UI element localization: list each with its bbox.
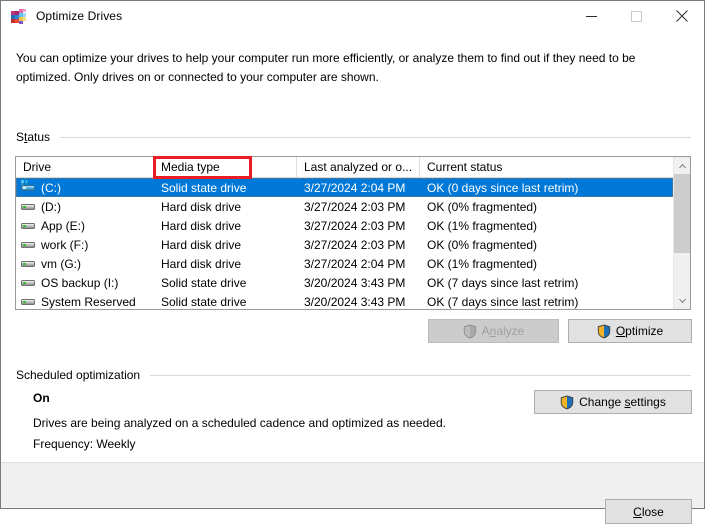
scheduled-group-rule: [150, 374, 691, 376]
scroll-up-button[interactable]: [674, 157, 690, 174]
cell-media-type: Hard disk drive: [161, 256, 242, 271]
chevron-down-icon: [678, 298, 686, 303]
scheduled-group-header: Scheduled optimization: [16, 368, 691, 382]
cell-drive: App (E:): [16, 218, 154, 234]
cell-media-type: Solid state drive: [161, 294, 247, 309]
cell-drive: System Reserved: [16, 294, 154, 310]
cell-drive-label: App (E:): [41, 218, 86, 233]
window-content: You can optimize your drives to help you…: [1, 31, 704, 524]
window-controls: [569, 1, 704, 31]
table-row[interactable]: work (F:) Hard disk drive 3/27/2024 2:03…: [16, 235, 673, 254]
optimize-button[interactable]: Optimize: [568, 319, 692, 343]
cell-drive-label: work (F:): [41, 237, 89, 252]
close-button[interactable]: [659, 1, 704, 31]
change-settings-button[interactable]: Change settings: [534, 390, 692, 414]
column-header-media-type[interactable]: Media type: [154, 157, 297, 177]
listview-body: Drive Media type Last analyzed or o... C…: [16, 157, 673, 309]
analyze-button-label: Analyze: [481, 324, 525, 338]
cell-last-analyzed: 3/27/2024 2:03 PM: [304, 218, 406, 233]
defrag-icon: [11, 8, 28, 25]
status-group-rule: [60, 136, 691, 138]
cell-drive-label: (D:): [41, 199, 61, 214]
cell-drive-label: System Reserved: [41, 294, 136, 309]
dialog-footer: [1, 462, 704, 508]
analyze-button[interactable]: Analyze: [428, 319, 559, 343]
column-header-last-analyzed[interactable]: Last analyzed or o...: [297, 157, 420, 177]
schedule-frequency: Frequency: Weekly: [33, 437, 136, 451]
cell-media-type: Hard disk drive: [161, 237, 242, 252]
drive-icon: [20, 237, 36, 253]
window-title: Optimize Drives: [36, 9, 123, 23]
cell-drive: OS backup (I:): [16, 275, 154, 291]
drive-icon: [20, 294, 36, 310]
uac-shield-icon: [560, 395, 574, 409]
drives-listview[interactable]: Drive Media type Last analyzed or o... C…: [15, 156, 691, 310]
cell-media-type: Hard disk drive: [161, 199, 242, 214]
close-icon: [675, 10, 688, 22]
cell-current-status: OK (1% fragmented): [427, 256, 538, 271]
table-row[interactable]: vm (G:) Hard disk drive 3/27/2024 2:04 P…: [16, 254, 673, 273]
minimize-icon: [586, 15, 597, 17]
maximize-button[interactable]: [614, 1, 659, 31]
cell-last-analyzed: 3/27/2024 2:04 PM: [304, 256, 406, 271]
schedule-state: On: [33, 391, 50, 405]
scheduled-group-label: Scheduled optimization: [16, 368, 141, 382]
drive-icon: [20, 256, 36, 272]
cell-drive: vm (G:): [16, 256, 154, 272]
cell-last-analyzed: 3/20/2024 3:43 PM: [304, 294, 406, 309]
cell-current-status: OK (0 days since last retrim): [427, 180, 579, 195]
minimize-button[interactable]: [569, 1, 614, 31]
status-group-label: Status: [16, 130, 51, 144]
cell-current-status: OK (0% fragmented): [427, 237, 538, 252]
intro-text: You can optimize your drives to help you…: [16, 51, 636, 84]
optimize-button-label: Optimize: [615, 324, 664, 338]
cell-media-type: Solid state drive: [161, 275, 247, 290]
optimize-drives-window: Optimize Drives You can optimize your dr…: [0, 0, 705, 524]
cell-drive-label: (C:): [41, 180, 61, 195]
cell-current-status: OK (7 days since last retrim): [427, 275, 579, 290]
cell-drive-label: vm (G:): [41, 256, 81, 271]
cell-drive: (D:): [16, 199, 154, 215]
cell-media-type: Solid state drive: [161, 180, 247, 195]
title-bar[interactable]: Optimize Drives: [1, 1, 704, 31]
column-header-current-status[interactable]: Current status: [420, 157, 673, 177]
cell-drive: (C:): [16, 179, 154, 196]
listview-scrollbar[interactable]: [673, 157, 690, 309]
change-settings-button-label: Change settings: [579, 395, 666, 409]
cell-last-analyzed: 3/27/2024 2:04 PM: [304, 180, 406, 195]
column-header-drive[interactable]: Drive: [16, 157, 154, 177]
uac-shield-icon: [597, 324, 611, 338]
cell-current-status: OK (7 days since last retrim): [427, 294, 579, 309]
cell-last-analyzed: 3/27/2024 2:03 PM: [304, 199, 406, 214]
cell-drive-label: OS backup (I:): [41, 275, 119, 290]
scroll-down-button[interactable]: [674, 292, 690, 309]
drive-icon: [20, 218, 36, 234]
close-dialog-button-label: Close: [633, 504, 664, 519]
schedule-description: Drives are being analyzed on a scheduled…: [33, 416, 446, 430]
drive-icon: [20, 199, 36, 215]
cell-current-status: OK (1% fragmented): [427, 218, 538, 233]
cell-last-analyzed: 3/20/2024 3:43 PM: [304, 275, 406, 290]
uac-shield-icon: [463, 324, 476, 338]
scrollbar-track[interactable]: [674, 174, 690, 292]
table-row[interactable]: OS backup (I:) Solid state drive 3/20/20…: [16, 273, 673, 292]
listview-header-row: Drive Media type Last analyzed or o... C…: [16, 157, 673, 178]
close-dialog-button[interactable]: Close: [605, 499, 692, 524]
scrollbar-thumb[interactable]: [674, 174, 690, 254]
table-row[interactable]: (D:) Hard disk drive 3/27/2024 2:03 PM O…: [16, 197, 673, 216]
cell-last-analyzed: 3/27/2024 2:03 PM: [304, 237, 406, 252]
table-row[interactable]: (C:) Solid state drive 3/27/2024 2:04 PM…: [16, 178, 673, 197]
cell-media-type: Hard disk drive: [161, 218, 242, 233]
table-row[interactable]: System Reserved Solid state drive 3/20/2…: [16, 292, 673, 309]
listview-rows: (C:) Solid state drive 3/27/2024 2:04 PM…: [16, 178, 673, 309]
status-group-header: Status: [16, 130, 691, 144]
cell-drive: work (F:): [16, 237, 154, 253]
drive-icon: [20, 275, 36, 291]
maximize-icon: [631, 10, 642, 22]
system-drive-icon: [20, 179, 36, 196]
cell-current-status: OK (0% fragmented): [427, 199, 538, 214]
chevron-up-icon: [678, 163, 686, 168]
table-row[interactable]: App (E:) Hard disk drive 3/27/2024 2:03 …: [16, 216, 673, 235]
